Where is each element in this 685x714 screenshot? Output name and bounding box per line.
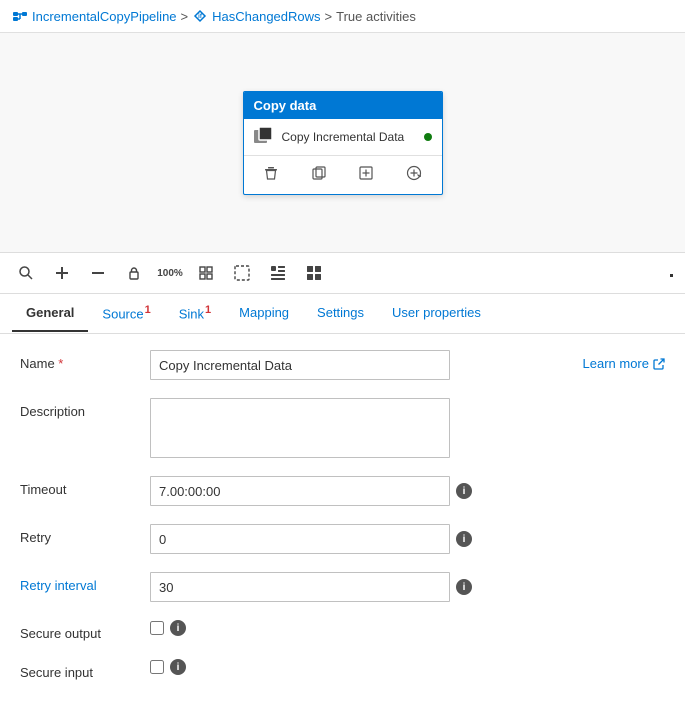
external-link-icon xyxy=(653,358,665,370)
add-activity-button[interactable] xyxy=(401,162,427,188)
activity-icons xyxy=(254,127,276,147)
retry-info-icon[interactable]: i xyxy=(456,531,472,547)
grid-button[interactable] xyxy=(300,259,328,287)
canvas-toolbar: 100% xyxy=(0,253,685,294)
activity-card-body: Copy Incremental Data xyxy=(244,119,442,156)
copy-data-icon xyxy=(254,127,276,147)
secure-input-info-icon[interactable]: i xyxy=(170,659,186,675)
delete-icon xyxy=(264,166,278,183)
pipeline-icon xyxy=(12,8,28,24)
add-button[interactable] xyxy=(48,259,76,287)
secure-input-row: Secure input i xyxy=(20,659,665,680)
timeout-label: Timeout xyxy=(20,476,150,497)
tab-general[interactable]: General xyxy=(12,295,88,332)
retry-interval-info-icon[interactable]: i xyxy=(456,579,472,595)
tabs: General Source1 Sink1 Mapping Settings U… xyxy=(0,294,685,334)
activity-card-toolbar xyxy=(244,156,442,194)
tab-sink[interactable]: Sink1 xyxy=(165,294,225,333)
fit-button[interactable] xyxy=(192,259,220,287)
retry-interval-label: Retry interval xyxy=(20,572,150,593)
tab-source[interactable]: Source1 xyxy=(88,294,164,333)
zoom-level-button[interactable]: 100% xyxy=(156,259,184,287)
condition-link[interactable]: HasChangedRows xyxy=(212,9,320,24)
search-icon xyxy=(18,265,34,281)
secure-output-label: Secure output xyxy=(20,620,150,641)
search-button[interactable] xyxy=(12,259,40,287)
timeout-input[interactable] xyxy=(150,476,450,506)
secure-output-info-icon[interactable]: i xyxy=(170,620,186,636)
retry-label: Retry xyxy=(20,524,150,545)
secure-output-control-wrap: i xyxy=(150,620,665,636)
condition-icon: if xyxy=(192,8,208,24)
description-input[interactable] xyxy=(150,398,450,458)
timeout-control-wrap: i xyxy=(150,476,665,506)
description-control-wrap xyxy=(150,398,665,458)
name-control-wrap xyxy=(150,350,567,380)
copy-icon xyxy=(312,166,326,183)
secure-output-checkbox[interactable] xyxy=(150,621,164,635)
secure-output-row: Secure output i xyxy=(20,620,665,641)
form-area: Name Learn more Description Timeout i Re… xyxy=(0,334,685,714)
breadcrumb: IncrementalCopyPipeline > if HasChangedR… xyxy=(0,0,685,33)
tab-mapping[interactable]: Mapping xyxy=(225,295,303,332)
secure-input-label: Secure input xyxy=(20,659,150,680)
lock-button[interactable] xyxy=(120,259,148,287)
secure-input-control-wrap: i xyxy=(150,659,665,675)
secure-input-checkbox[interactable] xyxy=(150,660,164,674)
condition-svg-icon: if xyxy=(192,8,208,24)
layout-icon xyxy=(270,265,286,281)
pipeline-link[interactable]: IncrementalCopyPipeline xyxy=(32,9,177,24)
source-badge: 1 xyxy=(145,304,151,316)
clone-button[interactable] xyxy=(353,162,379,188)
breadcrumb-sep2: > xyxy=(325,9,333,24)
clone-icon xyxy=(359,166,373,183)
lock-icon xyxy=(126,265,142,281)
sink-badge: 1 xyxy=(205,304,211,316)
name-label: Name xyxy=(20,350,150,371)
activity-name: Copy Incremental Data xyxy=(282,130,418,144)
remove-button[interactable] xyxy=(84,259,112,287)
timeout-row: Timeout i xyxy=(20,476,665,506)
retry-control-wrap: i xyxy=(150,524,665,554)
learn-more-link[interactable]: Learn more xyxy=(583,350,665,371)
breadcrumb-path: True activities xyxy=(336,9,416,24)
select-icon xyxy=(234,265,250,281)
canvas-area: Copy data Copy Incremental Data xyxy=(0,33,685,253)
zoom-label: 100% xyxy=(157,268,183,279)
remove-icon xyxy=(90,265,106,281)
description-label: Description xyxy=(20,398,150,419)
fit-icon xyxy=(198,265,214,281)
select-button[interactable] xyxy=(228,259,256,287)
tab-user-properties[interactable]: User properties xyxy=(378,295,495,332)
delete-button[interactable] xyxy=(258,162,284,188)
add-icon xyxy=(54,265,70,281)
retry-interval-control-wrap: i xyxy=(150,572,665,602)
timeout-info-icon[interactable]: i xyxy=(456,483,472,499)
activity-card[interactable]: Copy data Copy Incremental Data xyxy=(243,91,443,195)
name-input[interactable] xyxy=(150,350,450,380)
retry-row: Retry i xyxy=(20,524,665,554)
retry-input[interactable] xyxy=(150,524,450,554)
copy-button[interactable] xyxy=(306,162,332,188)
breadcrumb-sep1: > xyxy=(181,9,189,24)
description-row: Description xyxy=(20,398,665,458)
underline-indicator xyxy=(670,274,673,277)
grid-icon xyxy=(306,265,322,281)
tab-settings[interactable]: Settings xyxy=(303,295,378,332)
status-dot xyxy=(424,133,432,141)
activity-card-header: Copy data xyxy=(244,92,442,119)
name-row: Name Learn more xyxy=(20,350,665,380)
retry-interval-row: Retry interval i xyxy=(20,572,665,602)
pipeline-svg-icon xyxy=(12,8,28,24)
layout-button[interactable] xyxy=(264,259,292,287)
add-activity-icon xyxy=(406,165,422,184)
retry-interval-input[interactable] xyxy=(150,572,450,602)
